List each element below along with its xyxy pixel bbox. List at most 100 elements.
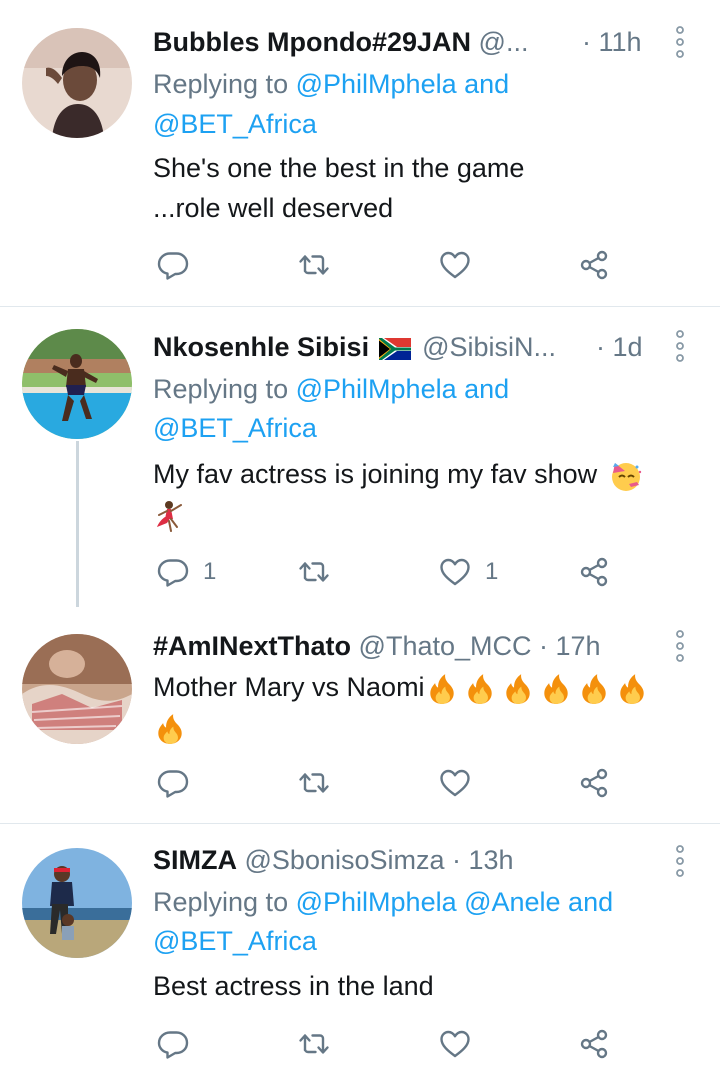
replying-prefix: Replying to <box>153 69 289 99</box>
like-button[interactable] <box>439 245 471 285</box>
display-name[interactable]: SIMZA <box>153 845 237 875</box>
replying-to-line2: @BET_Africa <box>153 921 317 961</box>
tweet-text-line: ...role well deserved <box>153 193 394 223</box>
tweet-header: Nkosenhle Sibisi @SibisiN... <box>153 331 660 363</box>
avatar[interactable] <box>22 329 132 439</box>
reply-button[interactable] <box>157 1024 189 1064</box>
retweet-icon <box>298 556 330 588</box>
tweet-text-line: Mother Mary vs Naomi <box>153 672 425 702</box>
avatar[interactable] <box>22 848 132 958</box>
like-button[interactable] <box>439 1024 471 1064</box>
reply-mention-link[interactable]: @BET_Africa <box>153 413 317 443</box>
retweet-button[interactable] <box>298 763 330 803</box>
tweet-text-line: She's one the best in the game <box>153 153 525 183</box>
user-handle[interactable]: @Thato_MCC <box>359 631 532 661</box>
more-icon[interactable] <box>672 329 688 363</box>
share-icon <box>578 249 610 281</box>
like-count: 1 <box>485 558 499 585</box>
replying-to: Replying to @PhilMphela and <box>153 369 509 409</box>
share-icon <box>578 1028 610 1060</box>
replying-to: Replying to @PhilMphela and <box>153 64 509 104</box>
fire-emoji-icon <box>577 672 611 706</box>
reply-mention-link[interactable]: @BET_Africa <box>153 926 317 956</box>
timestamp[interactable]: · 17h <box>539 631 601 661</box>
timestamp[interactable]: · 11h <box>582 26 642 58</box>
share-icon <box>578 556 610 588</box>
tweet-header: SIMZA @SbonisoSimza · 13h <box>153 844 660 876</box>
tweet-4[interactable]: SIMZA @SbonisoSimza · 13h Replying to @P… <box>0 824 720 1070</box>
reply-mention-link[interactable]: @PhilMphela and <box>296 374 510 404</box>
action-bar: 1 1 <box>0 552 720 592</box>
tweet-text: Mother Mary vs Naomi <box>153 667 698 747</box>
tweet-text: She's one the best in the game ...role w… <box>153 148 698 228</box>
retweet-icon <box>298 1028 330 1060</box>
avatar[interactable] <box>22 634 132 744</box>
action-bar <box>0 245 720 285</box>
tweet-2[interactable]: Nkosenhle Sibisi @SibisiN... · 1d Replyi… <box>0 307 720 607</box>
reply-icon <box>157 767 189 799</box>
like-button[interactable]: 1 <box>439 552 498 592</box>
retweet-button[interactable] <box>298 552 330 592</box>
reply-icon <box>157 556 189 588</box>
replying-prefix: Replying to <box>153 374 289 404</box>
reply-button[interactable]: 1 <box>157 552 216 592</box>
action-bar <box>0 1024 720 1064</box>
user-handle[interactable]: @SibisiN... <box>422 332 556 362</box>
reply-mention-link[interactable]: @BET_Africa <box>153 109 317 139</box>
retweet-icon <box>298 767 330 799</box>
user-handle[interactable]: @SbonisoSimza <box>245 845 445 875</box>
timestamp[interactable]: · 13h <box>452 845 514 875</box>
reply-count: 1 <box>203 558 217 585</box>
fire-emoji-icon <box>539 672 573 706</box>
more-icon[interactable] <box>672 25 688 59</box>
replying-to-line2: @BET_Africa <box>153 408 317 448</box>
share-button[interactable] <box>578 552 610 592</box>
timestamp[interactable]: · 1d <box>596 331 643 363</box>
share-button[interactable] <box>578 763 610 803</box>
like-button[interactable] <box>439 763 471 803</box>
reply-icon <box>157 1028 189 1060</box>
replying-to-line2: @BET_Africa <box>153 104 317 144</box>
avatar-image <box>22 329 132 439</box>
retweet-button[interactable] <box>298 1024 330 1064</box>
replying-prefix: Replying to <box>153 887 289 917</box>
display-name[interactable]: Bubbles Mpondo#29JAN <box>153 27 471 57</box>
fire-emoji-icon <box>463 672 497 706</box>
more-icon[interactable] <box>672 844 688 878</box>
fire-emoji-icon <box>153 712 187 746</box>
share-button[interactable] <box>578 1024 610 1064</box>
tweet-text-line: Best actress in the land <box>153 971 434 1001</box>
fire-emoji-icon <box>615 672 649 706</box>
avatar-image <box>22 634 132 744</box>
avatar-image <box>22 28 132 138</box>
display-name[interactable]: #AmINextThato <box>153 631 351 661</box>
display-name[interactable]: Nkosenhle Sibisi <box>153 332 369 362</box>
fire-emoji-icon <box>501 672 535 706</box>
reply-mention-link[interactable]: @PhilMphela and <box>296 69 510 99</box>
share-button[interactable] <box>578 245 610 285</box>
tweet-header: #AmINextThato @Thato_MCC · 17h <box>153 630 660 662</box>
like-icon <box>439 249 471 281</box>
south-africa-flag-icon <box>378 337 411 360</box>
retweet-button[interactable] <box>298 245 330 285</box>
dancer-emoji-icon <box>157 500 182 532</box>
like-icon <box>439 556 471 588</box>
partying-face-emoji-icon <box>611 462 641 491</box>
tweet-1[interactable]: Bubbles Mpondo#29JAN @... · 11h Replying… <box>0 0 720 306</box>
reply-icon <box>157 249 189 281</box>
tweet-text: My fav actress is joining my fav show <box>153 454 698 534</box>
avatar[interactable] <box>22 28 132 138</box>
reply-button[interactable] <box>157 763 189 803</box>
action-bar <box>0 763 720 803</box>
retweet-icon <box>298 249 330 281</box>
like-icon <box>439 767 471 799</box>
more-icon[interactable] <box>672 629 688 663</box>
fire-emoji-icon <box>425 672 459 706</box>
like-icon <box>439 1028 471 1060</box>
reply-mention-link[interactable]: @PhilMphela @Anele and <box>296 887 614 917</box>
user-handle[interactable]: @... <box>479 27 529 57</box>
tweet-3[interactable]: #AmINextThato @Thato_MCC · 17h Mother Ma… <box>0 607 720 823</box>
reply-button[interactable] <box>157 245 189 285</box>
tweet-text: Best actress in the land <box>153 966 698 1006</box>
share-icon <box>578 767 610 799</box>
